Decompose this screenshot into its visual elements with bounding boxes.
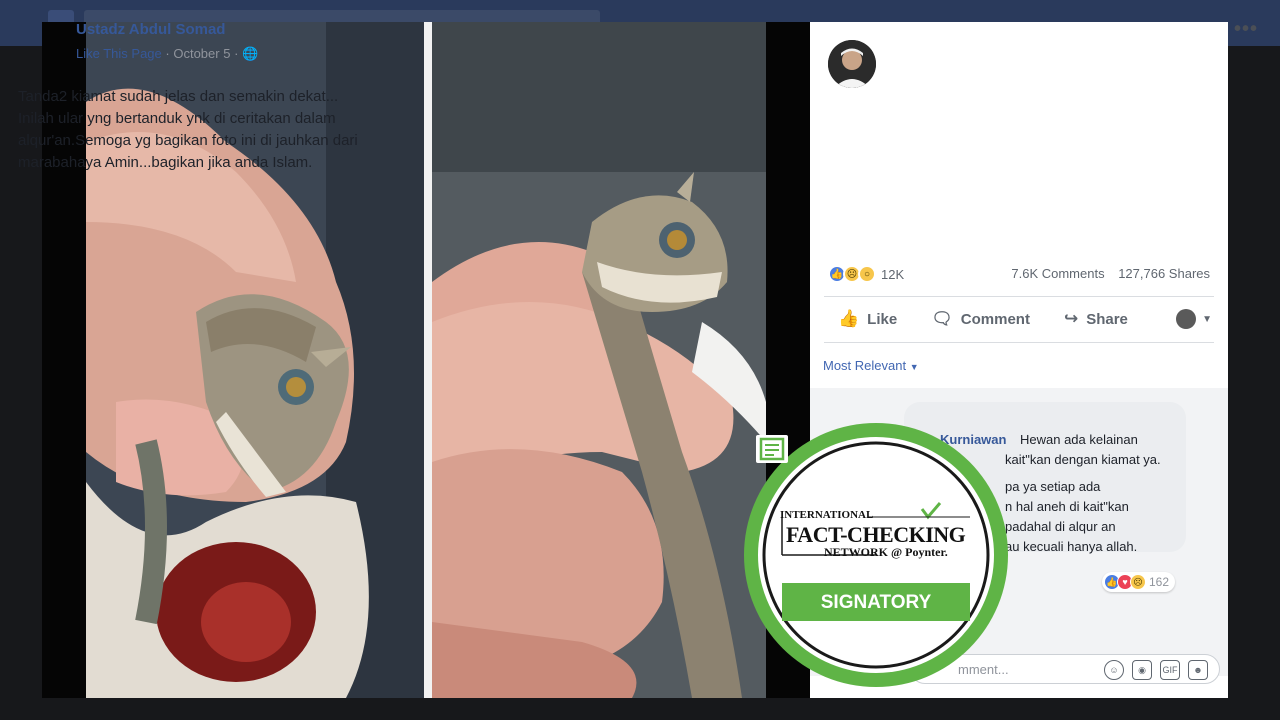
reaction-summary[interactable]: 👍 ☹ ○ 12K	[828, 264, 904, 284]
ifcn-signatory-badge: INTERNATIONAL FACT-CHECKING NETWORK @ Po…	[742, 421, 1010, 689]
comment-line: au kecuali hanya allah.	[1005, 539, 1138, 554]
like-button[interactable]: 👍 Like	[838, 309, 897, 329]
sad-reaction-icon: ☹	[1130, 574, 1146, 590]
post-text-line: marabahaya Amin...bagikan jika anda Isla…	[18, 154, 313, 171]
comment-filter-label: Most Relevant	[823, 358, 907, 373]
post-stats: 7.6K Comments 127,766 Shares	[1001, 266, 1210, 281]
react-as-selector[interactable]: ▼	[1176, 309, 1212, 329]
reaction-count: 12K	[881, 266, 905, 282]
comment-line: padahal di alqur an	[1005, 519, 1116, 534]
badge-signatory-label: SIGNATORY	[820, 592, 932, 613]
post-text-line: Tanda2 kiamat sudah jelas dan semakin de…	[18, 88, 339, 105]
comment-line: pa ya setiap ada	[1005, 479, 1101, 494]
sticker-icon[interactable]: ☻	[1188, 660, 1208, 680]
meta-separator-2: ·	[234, 46, 243, 61]
post-date[interactable]: October 5	[173, 46, 230, 61]
divider	[824, 296, 1214, 297]
author-avatar-image	[828, 40, 876, 88]
comment-reactions[interactable]: 👍 ♥ ☹ 162	[1102, 572, 1176, 592]
snake-photo-right[interactable]	[432, 22, 766, 698]
post-text-line: alqur'an.Semoga yg bagikan foto ini di j…	[18, 132, 358, 149]
more-options-button[interactable]: •••	[1234, 18, 1258, 41]
like-this-page-link[interactable]: Like This Page	[76, 46, 162, 61]
post-text-line: Inilah ular yng bertanduk ynk di ceritak…	[18, 110, 336, 127]
share-button[interactable]: ↪ Share	[1064, 309, 1128, 329]
comment-filter-dropdown[interactable]: Most Relevant ▼	[823, 358, 919, 373]
divider	[824, 342, 1214, 343]
post-actions: 👍 Like 🗨 Comment ↪ Share ▼	[838, 300, 1228, 338]
gif-icon[interactable]: GIF	[1160, 660, 1180, 680]
snake-photo-right-illustration	[432, 22, 766, 698]
comment-reaction-count: 162	[1149, 575, 1170, 589]
share-label: Share	[1086, 310, 1128, 328]
badge-line-international: INTERNATIONAL	[780, 509, 874, 521]
comment-text: Hewan ada kelainan	[1020, 432, 1138, 447]
wow-reaction-icon: ○	[858, 265, 876, 283]
chevron-down-icon: ▼	[1202, 313, 1212, 325]
camera-icon[interactable]: ◉	[1132, 660, 1152, 680]
author-avatar[interactable]	[828, 40, 876, 88]
comment-line: n hal aneh di kait"kan	[1005, 499, 1129, 514]
comment-label: Comment	[960, 310, 1030, 328]
chevron-down-icon: ▼	[909, 362, 919, 372]
thumbs-up-icon: 👍	[838, 309, 860, 328]
photo-divider	[424, 22, 432, 698]
post-meta: Like This Page · October 5 · 🌐	[76, 46, 258, 62]
emoji-icon[interactable]: ☺	[1104, 660, 1124, 680]
comment-text-cont: kait"kan dengan kiamat ya.	[1005, 452, 1161, 467]
mini-avatar	[1176, 309, 1197, 329]
badge-line-network: NETWORK @ Poynter.	[824, 545, 948, 559]
like-label: Like	[867, 310, 898, 328]
comment-text-2: pa ya setiap ada n hal aneh di kait"kan …	[1005, 477, 1245, 557]
post-author-name[interactable]: Ustadz Abdul Somad	[76, 21, 225, 38]
comment-button[interactable]: 🗨 Comment	[931, 309, 1030, 329]
comments-count[interactable]: 7.6K Comments	[1011, 266, 1104, 281]
globe-icon: 🌐	[242, 46, 259, 61]
comment-tools: ☺ ◉ GIF ☻	[1104, 660, 1208, 680]
post-text: Tanda2 kiamat sudah jelas dan semakin de…	[18, 86, 408, 174]
comment-icon: 🗨	[931, 309, 953, 328]
share-icon: ↪	[1063, 309, 1079, 328]
shares-count[interactable]: 127,766 Shares	[1118, 266, 1210, 281]
